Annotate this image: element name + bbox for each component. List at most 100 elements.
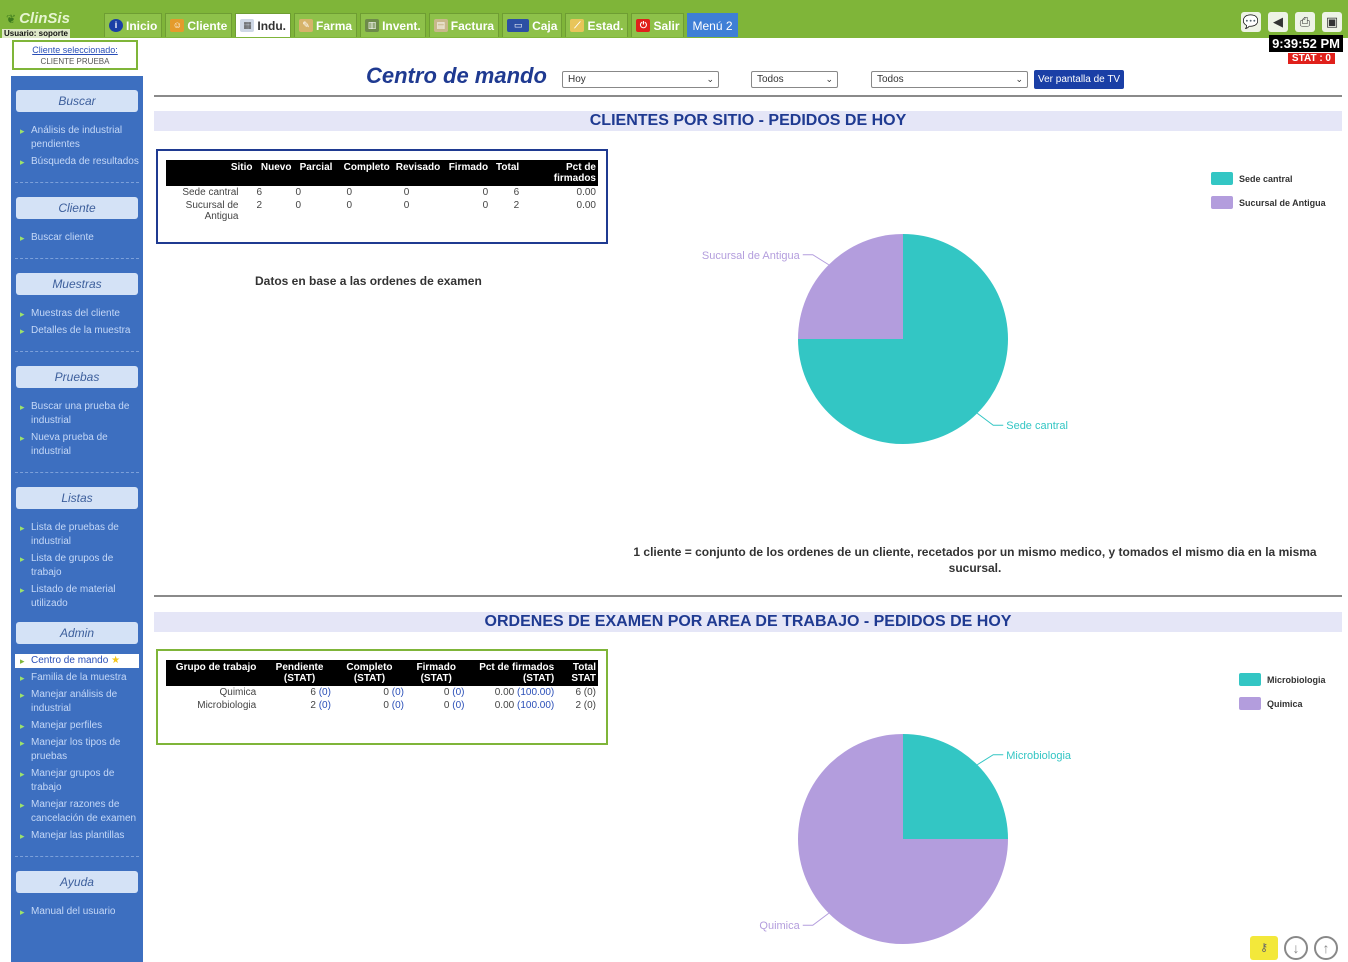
filter-select-1[interactable]: Todos ⌄: [751, 71, 838, 88]
legend-swatch: [1239, 697, 1261, 710]
sidebar-section-buscar[interactable]: Buscar: [16, 90, 138, 112]
table-cell: 0: [295, 200, 301, 211]
sidebar-item-buscar-prueba[interactable]: Buscar una prueba de industrial: [19, 400, 139, 428]
sidebar-section-pruebas[interactable]: Pruebas: [16, 366, 138, 388]
pie-slice-microbiologia[interactable]: [903, 734, 1008, 839]
stat-badge[interactable]: STAT : 0: [1287, 53, 1335, 64]
period-select[interactable]: Hoy ⌄: [562, 71, 719, 88]
sidebar-item-manejar-grupos[interactable]: Manejar grupos de trabajo: [19, 767, 139, 795]
tab-inicio[interactable]: i Inicio: [104, 13, 163, 37]
filter-select-2[interactable]: Todos ⌄: [871, 71, 1028, 88]
legend-swatch: [1239, 673, 1261, 686]
tab-cliente[interactable]: ☺ Cliente: [165, 13, 233, 37]
stat-link[interactable]: (100.00): [517, 700, 554, 711]
pie-slice-sucursal-de-antigua[interactable]: [798, 234, 903, 339]
table-cell: Quimica: [219, 687, 257, 698]
sidebar-item-buscar-cliente[interactable]: Buscar cliente: [19, 231, 139, 245]
sidebar-section-listas[interactable]: Listas: [16, 487, 138, 509]
table-cell: 0: [482, 200, 489, 211]
sidebar-item-manejar-perfiles[interactable]: Manejar perfiles: [19, 719, 139, 733]
chevron-down-icon: ⌄: [706, 74, 714, 84]
sidebar-item-manejar-razones[interactable]: Manejar razones de cancelación de examen: [19, 798, 139, 826]
tab-inventario[interactable]: ▥ Invent.: [360, 13, 426, 37]
sidebar-item-listado-material[interactable]: Listado de material utilizado: [19, 583, 139, 611]
pie-label-leader: [802, 912, 830, 926]
legend-item: Quimica: [1239, 697, 1326, 710]
tab-industrial[interactable]: ▦ Indu.: [235, 13, 292, 37]
pie-legend-2: Microbiologia Quimica: [1239, 673, 1326, 721]
tab-salir[interactable]: ⏻ Salir: [631, 13, 685, 37]
sidebar-section-admin[interactable]: Admin: [16, 622, 138, 644]
scroll-up-icon[interactable]: ↑: [1314, 936, 1338, 960]
sidebar-item-nueva-prueba[interactable]: Nueva prueba de industrial: [19, 431, 139, 459]
table-header-row: Sitio Nuevo Parcial Completo Revisado Fi…: [166, 160, 598, 186]
sidebar-item-centro-de-mando[interactable]: Centro de mando ★: [15, 654, 139, 668]
stat-link[interactable]: (0): [319, 700, 331, 711]
table-header: Total STAT: [556, 660, 598, 686]
sidebar-item-lista-pruebas[interactable]: Lista de pruebas de industrial: [19, 521, 139, 549]
sidebar-item-manejar-tipos-pruebas[interactable]: Manejar los tipos de pruebas: [19, 736, 139, 764]
sidebar-divider: [15, 351, 139, 352]
pie-label-leader: [802, 254, 830, 266]
table-cell: 0: [295, 187, 301, 198]
table-header: Pct de firmados: [521, 160, 598, 186]
sidebar-divider: [15, 472, 139, 473]
sidebar-item-manejar-plantillas[interactable]: Manejar las plantillas: [19, 829, 139, 843]
sidebar-item-manual[interactable]: Manual del usuario: [19, 905, 139, 919]
sidebar-item-muestras-cliente[interactable]: Muestras del cliente: [19, 307, 139, 321]
scroll-down-icon[interactable]: ↓: [1284, 936, 1308, 960]
chat-icon[interactable]: 💬: [1241, 12, 1261, 32]
tab-estadisticas[interactable]: ⟋ Estad.: [565, 13, 629, 37]
table-cell: 0.00 (100.00): [494, 687, 555, 698]
table-header: Sitio: [166, 160, 255, 186]
sidebar-item-detalles-muestra[interactable]: Detalles de la muestra: [19, 324, 139, 338]
info-icon: i: [109, 19, 123, 32]
table-cell: 0 (0): [443, 700, 465, 711]
selected-client-link[interactable]: Cliente seleccionado:: [14, 44, 136, 56]
divider: [154, 595, 1342, 597]
pie-slice-label: Sede cantral: [1006, 420, 1068, 432]
stat-link[interactable]: (0): [452, 687, 464, 698]
tab-factura[interactable]: ▤ Factura: [428, 13, 500, 37]
legend-item: Microbiologia: [1239, 673, 1326, 686]
table-header: Revisado: [391, 160, 443, 186]
tv-screen-button[interactable]: Ver pantalla de TV: [1034, 70, 1125, 89]
table-header: Nuevo: [254, 160, 294, 186]
app-logo: ❦ ClinSis: [6, 10, 70, 27]
sidebar-item-busqueda-resultados[interactable]: Búsqueda de resultados: [19, 155, 139, 169]
stat-link[interactable]: (0): [319, 687, 331, 698]
legend-label: Sucursal de Antigua: [1239, 197, 1326, 208]
table-header-row: Grupo de trabajo Pendiente (STAT) Comple…: [166, 660, 598, 686]
sidebar-item-analisis-pendientes[interactable]: Análisis de industrial pendientes: [19, 124, 139, 152]
sidebar-item-manejar-analisis[interactable]: Manejar análisis de industrial: [19, 688, 139, 716]
toolbar-icons: 💬 ◀ ⎙ ▣: [1241, 12, 1342, 32]
sidebar-section-cliente[interactable]: Cliente: [16, 197, 138, 219]
legend-label: Sede cantral: [1239, 173, 1293, 184]
tab-farma[interactable]: ✎ Farma: [294, 13, 358, 37]
table-header: Pct de firmados (STAT): [466, 660, 557, 686]
pie-chart-clientes: Sede cantral Sucursal de Antigua: [702, 234, 1068, 444]
stat-link[interactable]: (0): [392, 687, 404, 698]
pie-slice-label: Sucursal de Antigua: [702, 250, 801, 262]
stat-link[interactable]: (100.00): [517, 687, 554, 698]
tab-menu-2[interactable]: Menú 2: [687, 13, 738, 37]
window-icon[interactable]: ▣: [1322, 12, 1342, 32]
table-row: Microbiologia 2 (0) 0 (0) 0 (0) 0.00 (10…: [166, 699, 598, 712]
sidebar-item-familia-muestra[interactable]: Familia de la muestra: [19, 671, 139, 685]
table-header: Parcial: [293, 160, 335, 186]
stat-link[interactable]: (0): [392, 700, 404, 711]
print-icon[interactable]: ⎙: [1295, 12, 1315, 32]
star-icon: ★: [111, 655, 121, 666]
table-row: Sede cantral 6 0 0 0 0 6 0.00: [166, 186, 598, 199]
key-icon[interactable]: ⚷: [1250, 936, 1278, 960]
clientes-table-box: Sitio Nuevo Parcial Completo Revisado Fi…: [156, 149, 608, 244]
stat-link[interactable]: (0): [452, 700, 464, 711]
tab-caja[interactable]: ▭ Caja: [502, 13, 563, 37]
sidebar-item-lista-grupos[interactable]: Lista de grupos de trabajo: [19, 552, 139, 580]
back-icon[interactable]: ◀: [1268, 12, 1288, 32]
sidebar-section-ayuda[interactable]: Ayuda: [16, 871, 138, 893]
sidebar-items-pruebas: Buscar una prueba de industrial Nueva pr…: [11, 388, 143, 466]
table-header: Total: [490, 160, 522, 186]
chevron-down-icon: ⌄: [1015, 74, 1023, 84]
sidebar-section-muestras[interactable]: Muestras: [16, 273, 138, 295]
